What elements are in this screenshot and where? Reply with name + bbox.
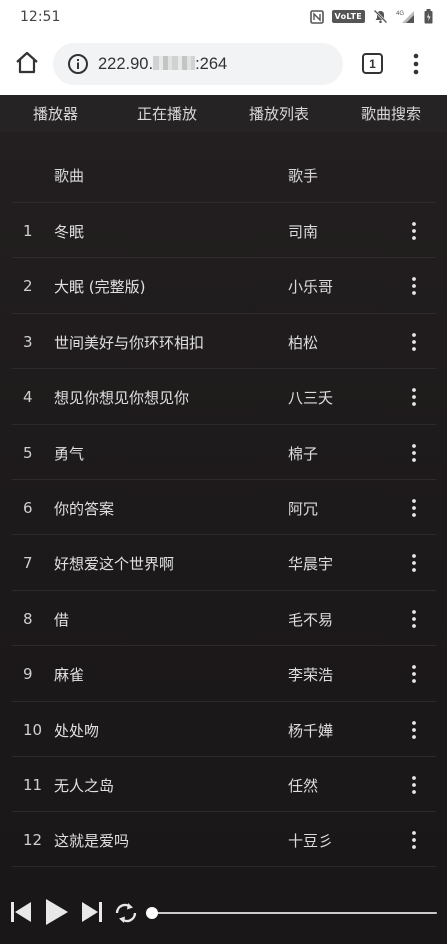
repeat-icon[interactable] xyxy=(113,900,139,926)
artist-name[interactable]: 毛不易 xyxy=(288,609,333,630)
table-row[interactable]: 9 麻雀 李荣浩 xyxy=(12,645,436,700)
tab-playlist[interactable]: 播放列表 xyxy=(249,103,309,124)
table-row[interactable]: 1 冬眠 司南 xyxy=(12,202,436,257)
more-vert-icon[interactable] xyxy=(408,51,424,77)
more-vert-icon[interactable] xyxy=(410,276,418,296)
status-icons: VoLTE 4G xyxy=(309,9,433,24)
tab-song-search[interactable]: 歌曲搜索 xyxy=(361,103,421,124)
table-row[interactable]: 5 勇气 棉子 xyxy=(12,423,436,479)
browser-toolbar: 222.90. :264 1 xyxy=(0,33,447,95)
status-bar: 12:51 VoLTE 4G xyxy=(0,0,447,33)
table-row[interactable]: 8 借 毛不易 xyxy=(12,589,436,645)
status-time: 12:51 xyxy=(20,8,61,25)
more-vert-icon[interactable] xyxy=(410,830,418,850)
song-title[interactable]: 无人之岛 xyxy=(54,775,114,796)
header-song: 歌曲 xyxy=(54,167,85,185)
address-bar[interactable]: 222.90. :264 xyxy=(53,43,343,85)
artist-name[interactable]: 杨千嬅 xyxy=(288,720,333,741)
row-index: 3 xyxy=(23,332,33,351)
more-vert-icon[interactable] xyxy=(410,387,418,407)
more-vert-icon[interactable] xyxy=(410,609,418,629)
more-vert-icon[interactable] xyxy=(410,498,418,518)
artist-name[interactable]: 小乐哥 xyxy=(288,276,333,297)
row-index: 12 xyxy=(23,831,43,850)
progress-handle[interactable] xyxy=(146,907,158,919)
progress-track[interactable] xyxy=(152,912,437,914)
battery-icon xyxy=(424,9,433,24)
song-title[interactable]: 大眠 (完整版) xyxy=(54,276,145,297)
artist-name[interactable]: 任然 xyxy=(288,775,318,796)
table-header: 歌曲 歌手 xyxy=(12,150,436,200)
signal-icon: 4G xyxy=(396,11,414,23)
song-title[interactable]: 处处吻 xyxy=(54,720,99,741)
table-row[interactable]: 3 世间美好与你环环相扣 柏松 xyxy=(12,312,436,368)
tab-player[interactable]: 播放器 xyxy=(33,103,78,124)
artist-name[interactable]: 棉子 xyxy=(288,443,318,464)
row-index: 1 xyxy=(23,222,33,240)
artist-name[interactable]: 司南 xyxy=(288,221,318,242)
url-suffix: :264 xyxy=(195,54,228,73)
tab-switcher-button[interactable]: 1 xyxy=(362,53,383,74)
row-index: 9 xyxy=(23,665,33,684)
song-title[interactable]: 麻雀 xyxy=(54,664,84,685)
network-label: 4G xyxy=(396,11,404,17)
header-artist: 歌手 xyxy=(288,167,319,185)
more-vert-icon[interactable] xyxy=(410,443,418,463)
url-redacted-segment xyxy=(153,55,196,70)
table-row[interactable]: 6 你的答案 阿冗 xyxy=(12,478,436,534)
tab-now-playing[interactable]: 正在播放 xyxy=(137,103,197,124)
home-icon[interactable] xyxy=(14,50,40,76)
song-title[interactable]: 冬眠 xyxy=(54,221,84,242)
row-index: 5 xyxy=(23,443,33,462)
row-index: 10 xyxy=(23,720,43,739)
table-row[interactable]: 12 这就是爱吗 十豆彡 xyxy=(12,811,436,867)
song-title[interactable]: 世间美好与你环环相扣 xyxy=(54,332,204,353)
song-title[interactable]: 借 xyxy=(54,609,69,630)
row-index: 11 xyxy=(23,775,43,794)
more-vert-icon[interactable] xyxy=(410,720,418,740)
more-vert-icon[interactable] xyxy=(410,553,418,573)
artist-name[interactable]: 华晨宇 xyxy=(288,553,333,574)
artist-name[interactable]: 阿冗 xyxy=(288,498,318,519)
artist-name[interactable]: 柏松 xyxy=(288,332,318,353)
song-title[interactable]: 勇气 xyxy=(54,443,84,464)
play-icon[interactable] xyxy=(44,898,70,926)
song-title[interactable]: 这就是爱吗 xyxy=(54,830,129,851)
info-icon[interactable] xyxy=(67,53,89,75)
song-table-body: 1 冬眠 司南 2 大眠 (完整版) 小乐哥 3 世间美好与你环环相扣 柏松 4 想见你想见你想见你… xyxy=(12,202,436,867)
table-row[interactable]: 7 好想爱这个世界啊 华晨宇 xyxy=(12,534,436,589)
nfc-icon xyxy=(309,9,324,24)
row-index: 6 xyxy=(23,498,33,517)
song-title[interactable]: 你的答案 xyxy=(54,498,114,519)
more-vert-icon[interactable] xyxy=(410,332,418,352)
artist-name[interactable]: 李荣浩 xyxy=(288,664,333,685)
row-index: 2 xyxy=(23,277,33,296)
song-title[interactable]: 好想爱这个世界啊 xyxy=(54,553,174,574)
previous-icon[interactable] xyxy=(9,900,33,924)
url-prefix: 222.90. xyxy=(98,54,154,73)
url-text[interactable]: 222.90. :264 xyxy=(98,55,227,74)
table-row[interactable]: 2 大眠 (完整版) 小乐哥 xyxy=(12,257,436,312)
table-row[interactable]: 4 想见你想见你想见你 八三夭 xyxy=(12,368,436,423)
row-index: 8 xyxy=(23,609,33,628)
next-icon[interactable] xyxy=(80,900,104,924)
player-bar xyxy=(0,882,447,944)
more-vert-icon[interactable] xyxy=(410,775,418,795)
artist-name[interactable]: 八三夭 xyxy=(288,387,333,408)
table-row[interactable]: 10 处处吻 杨千嬅 xyxy=(12,700,436,756)
more-vert-icon[interactable] xyxy=(410,664,418,684)
more-vert-icon[interactable] xyxy=(410,221,418,241)
volte-badge: VoLTE xyxy=(331,10,365,23)
mute-icon xyxy=(373,9,388,24)
row-index: 4 xyxy=(23,388,33,407)
row-index: 7 xyxy=(23,554,33,573)
nav-bar: 播放器 正在播放 播放列表 歌曲搜索 xyxy=(0,95,447,132)
song-list-panel: 歌曲 歌手 1 冬眠 司南 2 大眠 (完整版) 小乐哥 3 世间美好与你环环相扣 柏松 4 想见你… xyxy=(0,132,447,882)
table-row[interactable]: 11 无人之岛 任然 xyxy=(12,755,436,811)
artist-name[interactable]: 十豆彡 xyxy=(288,830,333,851)
song-title[interactable]: 想见你想见你想见你 xyxy=(54,387,189,408)
